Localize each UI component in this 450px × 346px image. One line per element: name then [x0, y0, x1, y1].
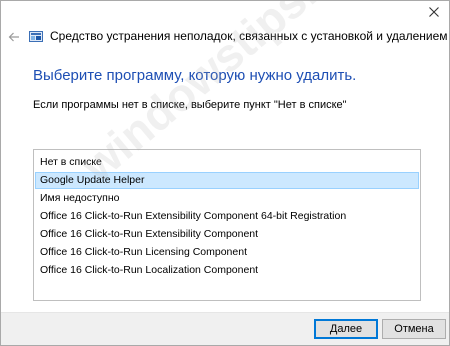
cancel-button[interactable]: Отмена — [382, 319, 446, 339]
program-list[interactable]: Нет в списке Google Update Helper Имя недо… — [33, 149, 421, 301]
next-button[interactable]: Далее — [314, 319, 378, 339]
wizard-header: Средство устранения неполадок, связанных… — [1, 27, 449, 49]
instruction-text: Если программы нет в списке, выберите пу… — [33, 99, 347, 111]
close-icon — [429, 7, 439, 17]
window-title: Средство устранения неполадок, связанных… — [50, 29, 449, 43]
list-item[interactable]: Нет в списке — [35, 154, 419, 171]
footer-bar: Далее Отмена — [1, 312, 449, 345]
close-button[interactable] — [419, 1, 449, 23]
troubleshooter-window: Средство устранения неполадок, связанных… — [0, 0, 450, 346]
list-item[interactable]: Office 16 Click-to-Run Extensibility Com… — [35, 208, 419, 225]
title-bar — [1, 1, 449, 25]
program-list-items: Нет в списке Google Update Helper Имя недо… — [34, 150, 420, 279]
list-item[interactable]: Office 16 Click-to-Run Localization Comp… — [35, 262, 419, 279]
back-arrow-icon[interactable] — [7, 30, 21, 44]
page-heading: Выберите программу, которую нужно удалит… — [33, 67, 357, 84]
list-item[interactable]: Office 16 Click-to-Run Licensing Compone… — [35, 244, 419, 261]
troubleshooter-icon — [29, 31, 43, 42]
list-item[interactable]: Google Update Helper — [35, 172, 419, 189]
list-item[interactable]: Office 16 Click-to-Run Extensibility Com… — [35, 226, 419, 243]
list-item[interactable]: Имя недоступно — [35, 190, 419, 207]
